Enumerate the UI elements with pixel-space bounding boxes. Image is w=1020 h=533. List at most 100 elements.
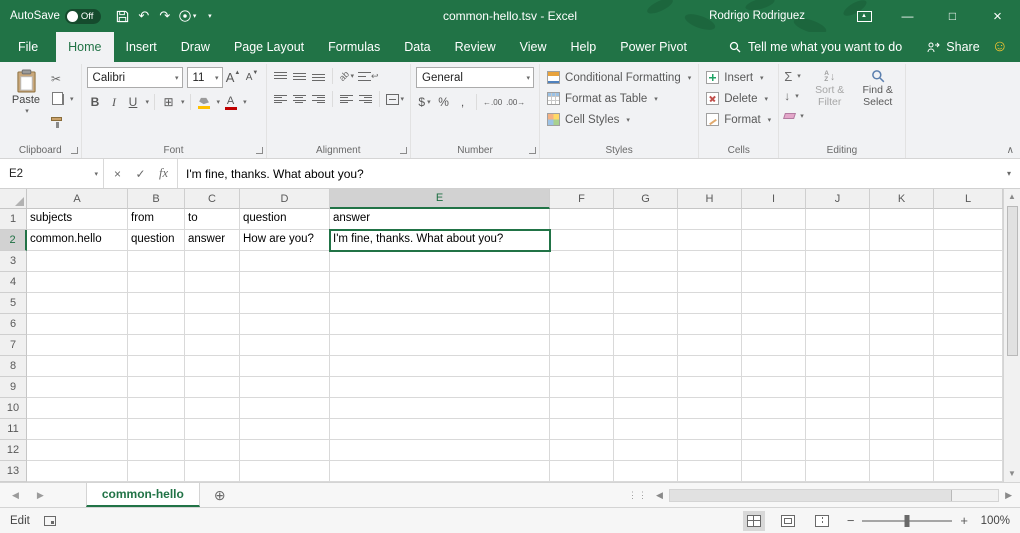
cell-H6[interactable] <box>678 314 742 335</box>
account-name[interactable]: Rodrigo Rodriguez <box>709 10 805 22</box>
vertical-scroll-thumb[interactable] <box>1007 206 1018 356</box>
font-dialog-launcher[interactable] <box>256 147 263 154</box>
italic-button[interactable]: I <box>106 93 123 111</box>
row-header-13[interactable]: 13 <box>0 461 27 482</box>
row-header-11[interactable]: 11 <box>0 419 27 440</box>
cell-F9[interactable] <box>550 377 614 398</box>
cell-H7[interactable] <box>678 335 742 356</box>
expand-formula-bar-button[interactable]: ▾ <box>998 159 1020 188</box>
cell-L1[interactable] <box>934 209 1003 230</box>
cell-L11[interactable] <box>934 419 1003 440</box>
cell-F12[interactable] <box>550 440 614 461</box>
cell-L12[interactable] <box>934 440 1003 461</box>
cell-G4[interactable] <box>614 272 678 293</box>
font-size-select[interactable]: 11▾ <box>187 67 223 88</box>
cell-J3[interactable] <box>806 251 870 272</box>
bold-button[interactable]: B <box>87 93 104 111</box>
alignment-dialog-launcher[interactable] <box>400 147 407 154</box>
cell-G1[interactable] <box>614 209 678 230</box>
column-header-J[interactable]: J <box>806 189 870 209</box>
cell-B12[interactable] <box>128 440 185 461</box>
cell-E6[interactable] <box>330 314 550 335</box>
cell-J13[interactable] <box>806 461 870 482</box>
clear-button[interactable]: ▾ <box>784 108 804 124</box>
autosave-control[interactable]: AutoSave Off <box>10 9 101 24</box>
name-box[interactable]: E2 ▾ <box>0 159 104 188</box>
tab-insert[interactable]: Insert <box>114 32 169 62</box>
wrap-text-button[interactable]: ↩ <box>357 67 380 85</box>
cell-B6[interactable] <box>128 314 185 335</box>
cell-G5[interactable] <box>614 293 678 314</box>
accounting-format-button[interactable]: $▾ <box>416 93 433 111</box>
underline-button[interactable]: U <box>125 93 142 111</box>
zoom-slider-thumb[interactable] <box>905 515 910 527</box>
cell-I6[interactable] <box>742 314 806 335</box>
cell-A11[interactable] <box>27 419 128 440</box>
scroll-down-icon[interactable]: ▼ <box>1008 469 1016 479</box>
cell-H1[interactable] <box>678 209 742 230</box>
cell-E10[interactable] <box>330 398 550 419</box>
new-sheet-button[interactable]: ⊕ <box>200 483 240 507</box>
sheet-tab-common-hello[interactable]: common-hello <box>86 483 200 507</box>
clipboard-dialog-launcher[interactable] <box>71 147 78 154</box>
cancel-button[interactable]: × <box>106 159 129 188</box>
cell-I8[interactable] <box>742 356 806 377</box>
cell-B5[interactable] <box>128 293 185 314</box>
cell-D7[interactable] <box>240 335 330 356</box>
delete-cells-button[interactable]: Delete ▾ <box>704 88 773 109</box>
column-header-H[interactable]: H <box>678 189 742 209</box>
borders-button[interactable]: ⊞ <box>160 93 177 111</box>
cell-E11[interactable] <box>330 419 550 440</box>
tab-home[interactable]: Home <box>56 32 113 62</box>
tab-draw[interactable]: Draw <box>169 32 222 62</box>
tab-view[interactable]: View <box>508 32 559 62</box>
cell-C8[interactable] <box>185 356 240 377</box>
cell-J5[interactable] <box>806 293 870 314</box>
cell-J8[interactable] <box>806 356 870 377</box>
row-header-5[interactable]: 5 <box>0 293 27 314</box>
tab-formulas[interactable]: Formulas <box>316 32 392 62</box>
tab-power-pivot[interactable]: Power Pivot <box>608 32 699 62</box>
cell-I7[interactable] <box>742 335 806 356</box>
cell-H12[interactable] <box>678 440 742 461</box>
cell-D3[interactable] <box>240 251 330 272</box>
column-header-L[interactable]: L <box>934 189 1003 209</box>
cell-D13[interactable] <box>240 461 330 482</box>
copy-button[interactable]: ▾ <box>51 92 74 106</box>
merge-center-button[interactable]: ▾ <box>385 90 406 108</box>
align-right-button[interactable] <box>310 90 327 108</box>
zoom-in-button[interactable]: + <box>960 513 968 528</box>
cell-D10[interactable] <box>240 398 330 419</box>
cell-B7[interactable] <box>128 335 185 356</box>
customize-qat-button[interactable]: ▾ <box>199 3 219 29</box>
cell-I10[interactable] <box>742 398 806 419</box>
conditional-formatting-button[interactable]: Conditional Formatting ▾ <box>545 67 693 88</box>
close-button[interactable]: × <box>975 0 1020 32</box>
cell-G12[interactable] <box>614 440 678 461</box>
cell-A13[interactable] <box>27 461 128 482</box>
sheet-nav-left-button[interactable]: ◀ <box>12 490 19 501</box>
cell-A9[interactable] <box>27 377 128 398</box>
cell-L6[interactable] <box>934 314 1003 335</box>
increase-indent-button[interactable] <box>357 90 374 108</box>
cell-K8[interactable] <box>870 356 934 377</box>
tab-data[interactable]: Data <box>392 32 442 62</box>
insert-cells-button[interactable]: Insert ▾ <box>704 67 773 88</box>
autosave-toggle[interactable]: Off <box>65 9 101 24</box>
column-header-K[interactable]: K <box>870 189 934 209</box>
cell-K10[interactable] <box>870 398 934 419</box>
cell-K12[interactable] <box>870 440 934 461</box>
row-header-10[interactable]: 10 <box>0 398 27 419</box>
row-header-6[interactable]: 6 <box>0 314 27 335</box>
cell-C6[interactable] <box>185 314 240 335</box>
cell-E3[interactable] <box>330 251 550 272</box>
cell-F4[interactable] <box>550 272 614 293</box>
column-header-E[interactable]: E <box>330 189 550 209</box>
column-header-A[interactable]: A <box>27 189 128 209</box>
cell-H11[interactable] <box>678 419 742 440</box>
format-cells-button[interactable]: Format ▾ <box>704 109 773 130</box>
cell-H3[interactable] <box>678 251 742 272</box>
cell-D2[interactable]: How are you? <box>240 230 330 251</box>
tab-scrollbar-splitter[interactable]: ⋮⋮ <box>628 483 648 507</box>
cell-L8[interactable] <box>934 356 1003 377</box>
